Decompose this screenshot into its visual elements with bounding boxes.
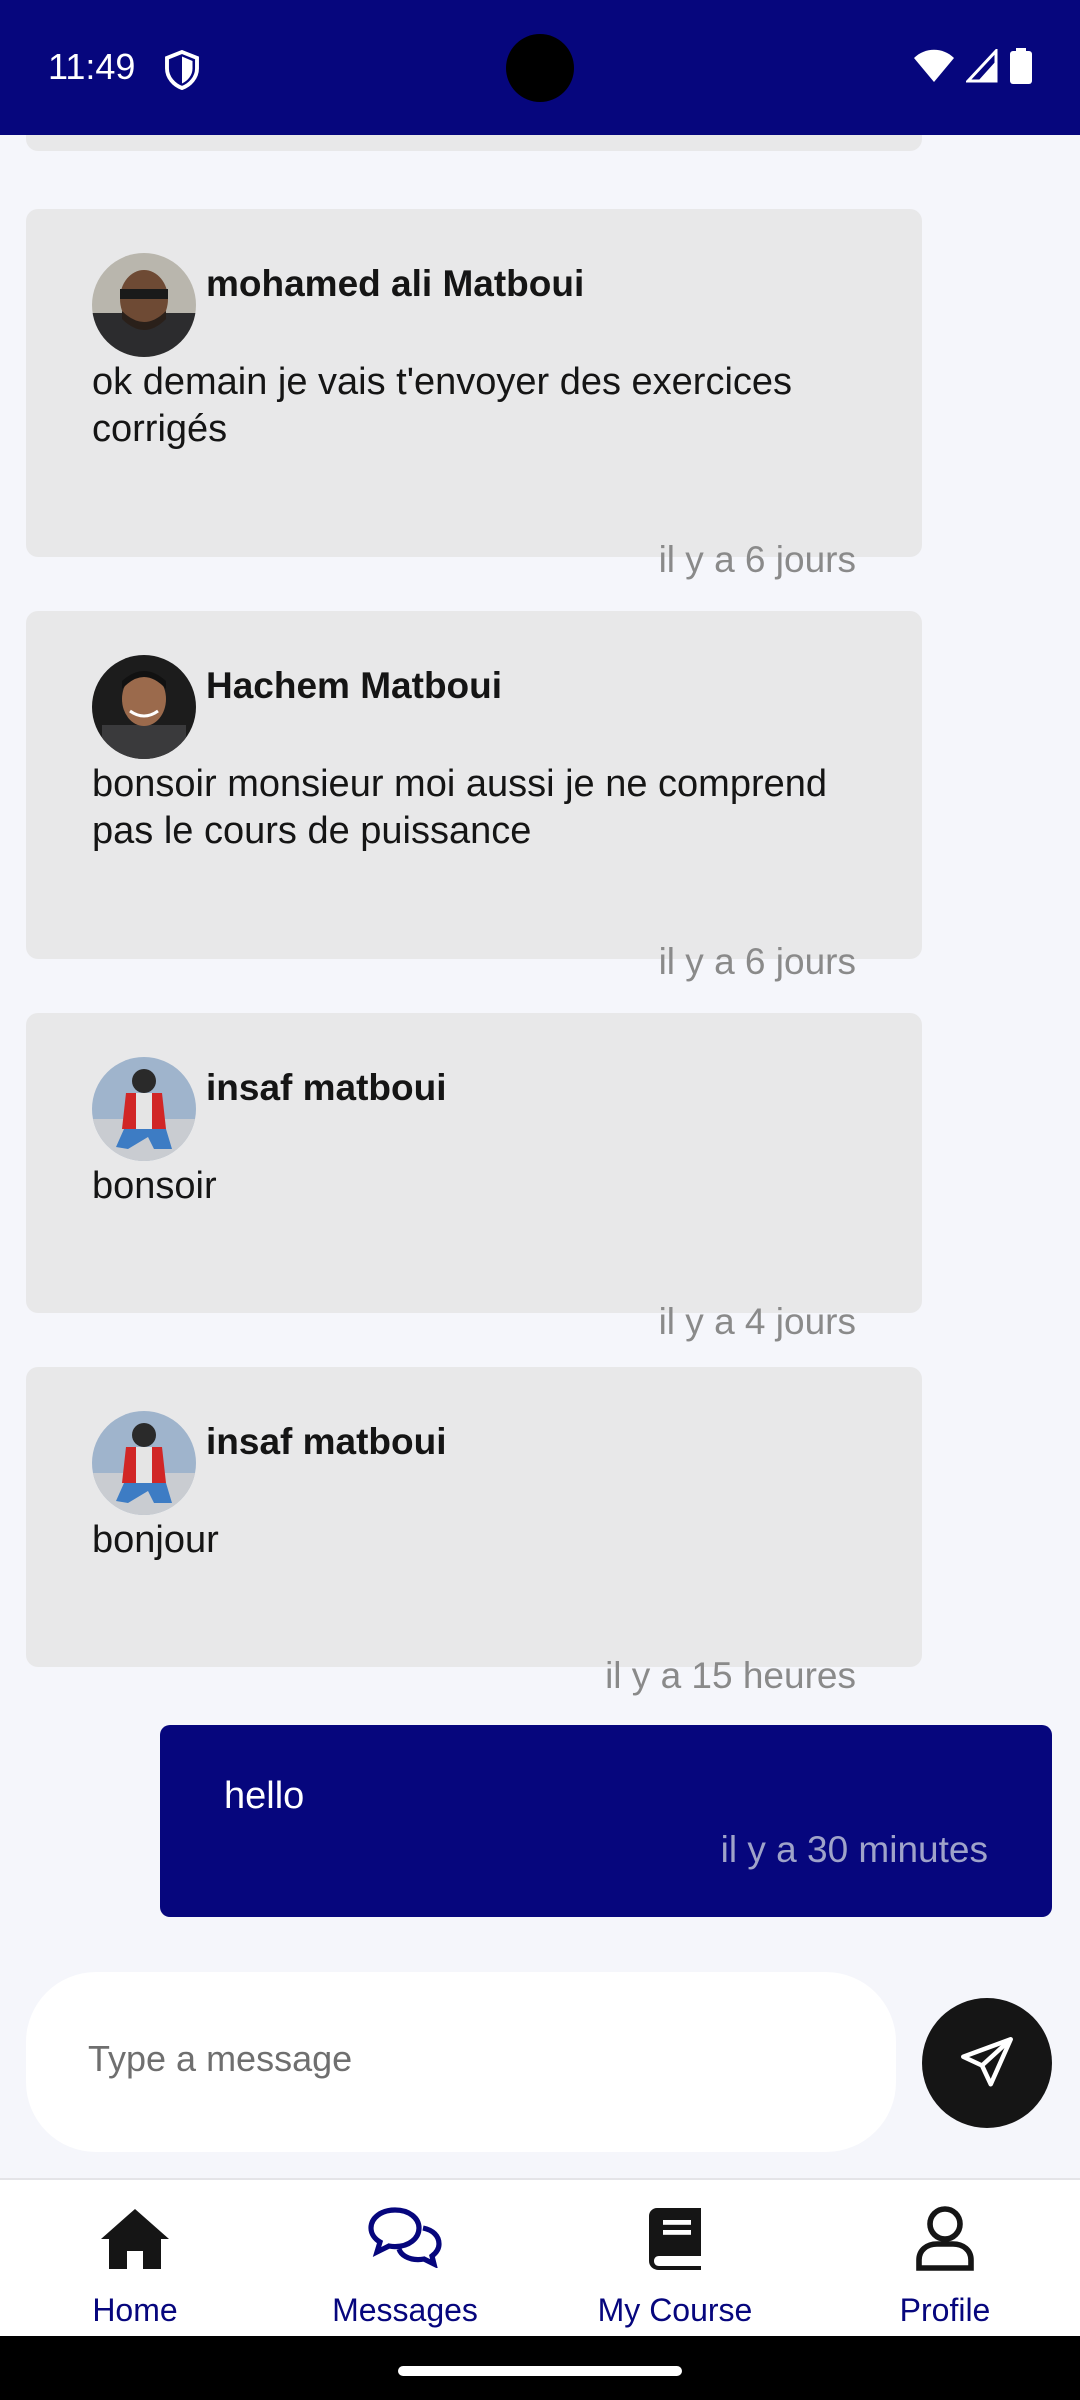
nav-label-profile: Profile bbox=[899, 2292, 991, 2328]
book-icon bbox=[649, 2208, 701, 2270]
chat-icon bbox=[368, 2207, 442, 2268]
nav-item-profile[interactable]: Profile bbox=[810, 2180, 1080, 2338]
message-input[interactable]: Type a message bbox=[26, 1972, 896, 2152]
message-text: ok demain je vais t'envoyer des exercice… bbox=[92, 361, 793, 450]
nav-label-home: Home bbox=[92, 2292, 178, 2328]
my-message-bubble: hello il y a 30 minutes bbox=[160, 1725, 1052, 1917]
message-card: Hachem Matboui bonsoir monsieur moi auss… bbox=[26, 611, 922, 982]
status-bar: 11:49 bbox=[0, 0, 1080, 135]
message-card-partial bbox=[26, 135, 922, 151]
status-icons bbox=[914, 48, 1032, 84]
message-text: bonsoir bbox=[92, 1165, 217, 1207]
nav-item-my-course[interactable]: My Course bbox=[540, 2180, 810, 2338]
message-header: insaf matboui bbox=[92, 1057, 447, 1161]
shield-icon bbox=[165, 50, 199, 90]
message-card: mohamed ali Matboui ok demain je vais t'… bbox=[26, 209, 922, 580]
message-time: il y a 6 jours bbox=[658, 941, 856, 982]
sender-name: Hachem Matboui bbox=[206, 665, 503, 706]
gesture-bar bbox=[0, 2336, 1080, 2400]
sender-name: mohamed ali Matboui bbox=[206, 263, 585, 304]
send-button[interactable] bbox=[922, 1998, 1052, 2128]
sender-name: insaf matboui bbox=[206, 1421, 447, 1462]
message-time: il y a 15 heures bbox=[605, 1655, 856, 1696]
home-icon bbox=[101, 2209, 169, 2269]
nav-label-messages: Messages bbox=[332, 2292, 478, 2328]
signal-icon bbox=[966, 49, 998, 83]
message-input-placeholder: Type a message bbox=[88, 2038, 353, 2079]
message-time: il y a 6 jours bbox=[658, 539, 856, 580]
avatar[interactable] bbox=[92, 1057, 196, 1161]
my-message-time: il y a 30 minutes bbox=[720, 1829, 988, 1870]
status-time: 11:49 bbox=[48, 46, 136, 87]
avatar[interactable] bbox=[92, 655, 196, 759]
chat-area[interactable]: mohamed ali Matboui ok demain je vais t'… bbox=[0, 135, 1080, 1955]
nav-item-home[interactable]: Home bbox=[0, 2180, 270, 2338]
message-header: mohamed ali Matboui bbox=[92, 253, 584, 357]
message-card: insaf matboui bonsoir il y a 4 jours bbox=[26, 1013, 922, 1342]
nav-item-messages[interactable]: Messages bbox=[270, 2180, 540, 2338]
nav-label-my-course: My Course bbox=[597, 2292, 753, 2328]
avatar[interactable] bbox=[92, 253, 196, 357]
wifi-icon bbox=[914, 49, 954, 82]
message-card: insaf matboui bonjour il y a 15 heures bbox=[26, 1367, 922, 1696]
avatar[interactable] bbox=[92, 1411, 196, 1515]
my-message-text: hello bbox=[224, 1775, 305, 1817]
message-text: bonsoir monsieur moi aussi je ne compren… bbox=[92, 763, 828, 852]
sender-name: insaf matboui bbox=[206, 1067, 447, 1108]
user-icon bbox=[916, 2206, 974, 2271]
message-header: Hachem Matboui bbox=[92, 655, 502, 759]
camera-cutout bbox=[506, 34, 574, 102]
home-gesture-pill[interactable] bbox=[398, 2366, 682, 2376]
message-time: il y a 4 jours bbox=[658, 1301, 856, 1342]
bottom-nav: Home Messages My Course Profile bbox=[0, 2178, 1080, 2338]
send-icon bbox=[961, 2037, 1013, 2087]
message-text: bonjour bbox=[92, 1519, 219, 1561]
message-header: insaf matboui bbox=[92, 1411, 447, 1515]
battery-icon bbox=[1010, 48, 1032, 84]
